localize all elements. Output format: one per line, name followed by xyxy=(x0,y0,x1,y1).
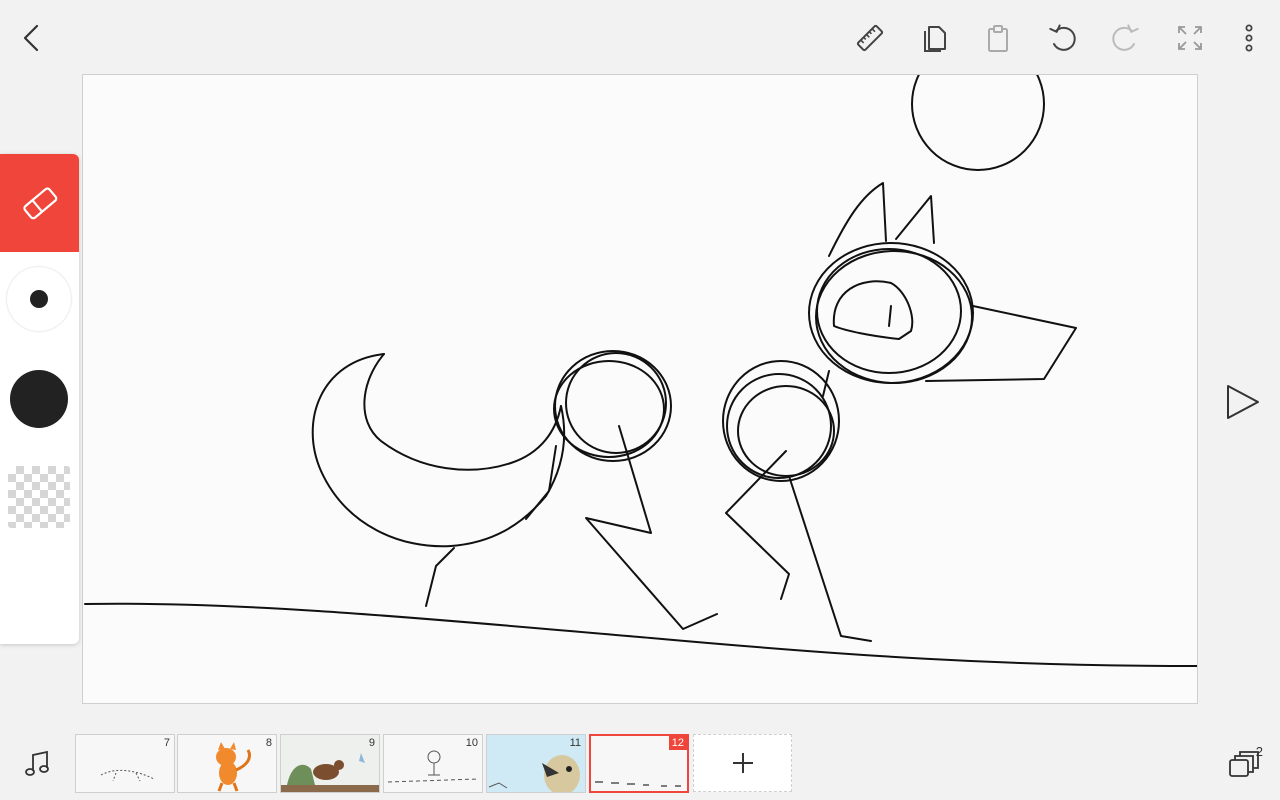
fullscreen-icon[interactable] xyxy=(1170,18,1210,58)
frame-preview xyxy=(216,742,251,792)
frame-timeline: 7 8 9 10 11 12 xyxy=(0,725,1280,800)
more-vert-icon[interactable] xyxy=(1229,18,1269,58)
frame-thumbnail[interactable]: 7 xyxy=(75,734,175,793)
drawing-canvas[interactable] xyxy=(82,74,1198,704)
frame-number: 10 xyxy=(465,737,478,749)
layer-count: 2 xyxy=(1255,744,1263,759)
eraser-icon xyxy=(22,187,57,220)
frame-number: 9 xyxy=(368,737,375,749)
frame-thumbnail[interactable]: 11 xyxy=(486,734,586,793)
eraser-tool[interactable] xyxy=(0,154,79,252)
brush-size-dot xyxy=(30,290,48,308)
wolf-sketch xyxy=(84,75,1197,667)
frame-number: 8 xyxy=(265,737,272,749)
top-toolbar xyxy=(0,0,1280,75)
tools-panel xyxy=(0,154,79,644)
redo-icon[interactable] xyxy=(1106,18,1146,58)
brush-size-button[interactable] xyxy=(7,267,71,331)
music-icon[interactable] xyxy=(22,749,52,779)
undo-icon[interactable] xyxy=(1042,18,1082,58)
ruler-icon[interactable] xyxy=(850,18,890,58)
frame-number: 12 xyxy=(668,736,687,750)
frame-thumbnail[interactable]: 10 xyxy=(383,734,483,793)
frame-preview xyxy=(100,769,155,782)
layers-button[interactable]: 2 xyxy=(1227,744,1263,780)
frame-preview xyxy=(281,735,379,792)
copy-icon[interactable] xyxy=(914,18,954,58)
color-picker-button[interactable] xyxy=(10,370,68,428)
frame-number: 11 xyxy=(569,737,581,749)
frame-thumbnail[interactable]: 8 xyxy=(177,734,277,793)
frame-thumbnail[interactable]: 12 xyxy=(589,734,689,793)
add-frame-button[interactable] xyxy=(693,734,792,792)
frame-thumbnail[interactable]: 9 xyxy=(280,734,380,793)
paste-icon[interactable] xyxy=(978,18,1018,58)
back-arrow-icon[interactable] xyxy=(12,18,52,58)
play-button[interactable] xyxy=(1222,380,1262,424)
play-icon xyxy=(1227,385,1259,419)
plus-icon xyxy=(732,753,753,773)
opacity-button[interactable] xyxy=(8,466,70,528)
frame-number: 7 xyxy=(163,737,170,749)
